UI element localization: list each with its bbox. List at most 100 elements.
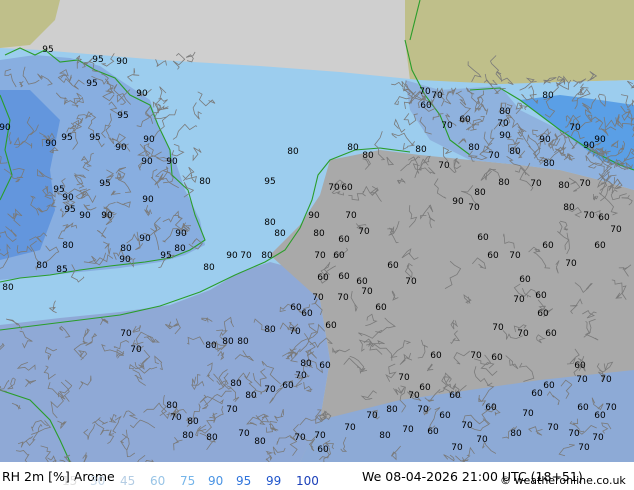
isoline-label: 80	[230, 379, 242, 389]
legend-value-95: 95	[236, 474, 252, 488]
isoline-label: 60	[477, 233, 489, 243]
isoline-label: 90	[226, 251, 238, 261]
isoline-label: 60	[491, 353, 503, 363]
isoline-label: 60	[338, 235, 350, 245]
isoline-label: 60	[430, 351, 442, 361]
isoline-label: 70	[468, 203, 480, 213]
isoline-label: 80	[187, 417, 199, 427]
isoline-label: 90	[45, 139, 57, 149]
isoline-label: 70	[294, 433, 306, 443]
isoline-label: 60	[439, 411, 451, 421]
isoline-label: 80	[36, 261, 48, 271]
isoline-label: 70	[398, 373, 410, 383]
outside-domain-top-right	[405, 0, 634, 90]
isoline-label: 80	[237, 337, 249, 347]
isoline-label: 70	[530, 179, 542, 189]
isoline-label: 95	[99, 179, 110, 189]
isoline-label: 60	[333, 251, 345, 261]
isoline-label: 80	[543, 159, 555, 169]
isoline-label: 80	[499, 107, 511, 117]
legend-value-75: 75	[180, 474, 196, 488]
isoline-label: 80	[2, 283, 14, 293]
isoline-label: 80	[205, 341, 217, 351]
isoline-label: 70	[438, 161, 450, 171]
isoline-label: 60	[356, 277, 368, 287]
isoline-label: 70	[408, 391, 420, 401]
isoline-label: 80	[509, 147, 521, 157]
isoline-label: 60	[319, 361, 331, 371]
isoline-label: 60	[577, 403, 589, 413]
isoline-label: 80	[468, 143, 480, 153]
isoline-label: 70	[610, 225, 622, 235]
isoline-label: 80	[347, 143, 359, 153]
isoline-label: 90	[115, 143, 127, 153]
isoline-label: 80	[300, 359, 312, 369]
isoline-label: 80	[510, 429, 522, 439]
isoline-label: 80	[287, 147, 299, 157]
isoline-label: 60	[290, 303, 302, 313]
isoline-label: 80	[313, 229, 325, 239]
isoline-label: 95	[89, 133, 100, 143]
isoline-label: 90	[166, 157, 178, 167]
isoline-label: 60	[325, 321, 337, 331]
isoline-label: 70	[264, 385, 276, 395]
isoline-label: 95	[42, 45, 53, 55]
isoline-label: 60	[317, 445, 329, 455]
isoline-label: 85	[56, 265, 67, 275]
humidity-map: 9595 90959095909095 95 909090 90959590 909590…	[0, 0, 634, 462]
isoline-label: 70	[314, 251, 326, 261]
isoline-label: 95	[86, 79, 97, 89]
isoline-label: 70	[605, 403, 617, 413]
isoline-label: 60	[598, 213, 610, 223]
isoline-label: 70	[314, 431, 326, 441]
isoline-label: 80	[274, 229, 286, 239]
isoline-label: 80	[203, 263, 215, 273]
isoline-label: 70	[583, 211, 595, 221]
isoline-label: 70	[431, 91, 443, 101]
isoline-label: 80	[222, 337, 234, 347]
isoline-label: 70	[578, 443, 590, 453]
legend-value-90: 90	[208, 474, 224, 488]
isoline-label: 90	[141, 157, 153, 167]
isoline-label: 60	[545, 329, 557, 339]
isoline-label: 60	[282, 381, 294, 391]
isoline-label: 95	[92, 55, 103, 65]
isoline-label: 90	[62, 193, 74, 203]
isoline-label: 60	[519, 275, 531, 285]
isoline-label: 70	[576, 375, 588, 385]
isoline-label: 60	[574, 361, 586, 371]
isoline-label: 60	[338, 272, 350, 282]
isoline-label: 70	[226, 405, 238, 415]
isoline-label: 60	[543, 381, 555, 391]
isoline-label: 80	[206, 433, 218, 443]
legend-value-99: 99	[266, 474, 282, 488]
isoline-label: 90	[136, 89, 148, 99]
isoline-label: 60	[531, 389, 543, 399]
credit[interactable]: © weatheronline.co.uk	[500, 474, 626, 487]
isoline-label: 70	[513, 295, 525, 305]
isoline-label: 60	[535, 291, 547, 301]
isoline-label: 80	[245, 391, 257, 401]
footer-bar: RH 2m [%] Arome 15 30 45 60 75 90 95 99 100 We 0…	[0, 462, 634, 490]
isoline-label: 80	[386, 405, 398, 415]
isoline-label: 60	[537, 309, 549, 319]
isoline-label: 70	[488, 151, 500, 161]
isoline-label: 80	[166, 401, 178, 411]
isoline-label: 70	[345, 211, 357, 221]
isoline-label: 80	[362, 151, 374, 161]
isoline-label: 70	[358, 227, 370, 237]
isoline-label: 80	[62, 241, 74, 251]
isoline-label: 60	[449, 391, 461, 401]
isoline-label: 90	[308, 211, 320, 221]
isoline-label: 80	[563, 203, 575, 213]
isoline-label: 70	[509, 251, 521, 261]
isoline-label: 70	[547, 423, 559, 433]
isoline-label: 80	[379, 431, 391, 441]
isoline-label: 70	[569, 123, 581, 133]
isoline-label: 70	[120, 329, 132, 339]
isoline-label: 70	[295, 371, 307, 381]
isoline-label: 60	[375, 303, 387, 313]
legend-value-100: 100	[296, 474, 319, 488]
isoline-label: 70	[419, 87, 431, 97]
isoline-label: 95	[61, 133, 72, 143]
